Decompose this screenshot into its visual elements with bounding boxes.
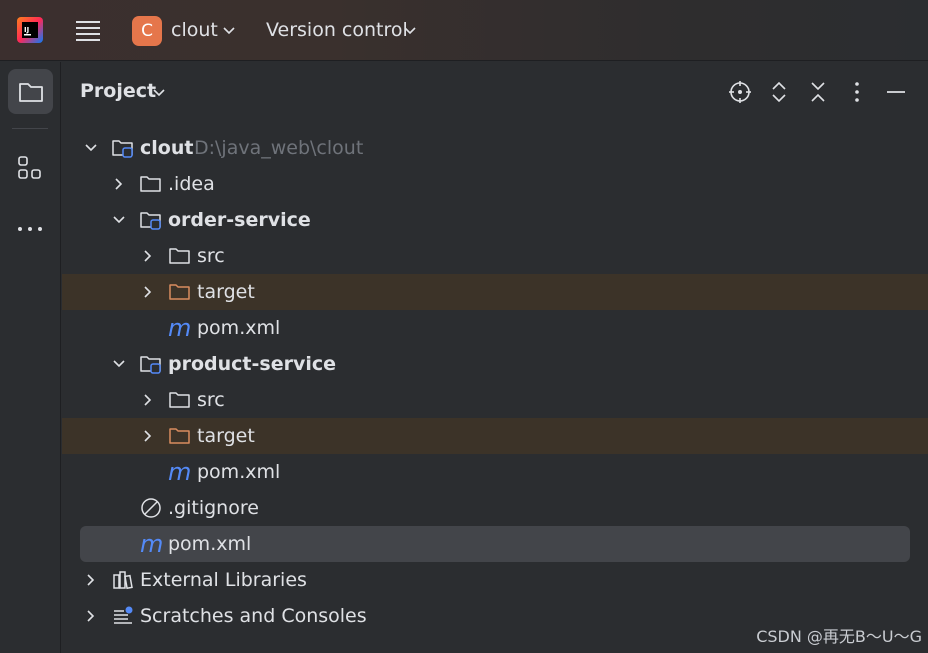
chevron-right-icon[interactable] xyxy=(84,573,98,587)
folder-icon xyxy=(169,392,190,408)
library-icon xyxy=(113,571,133,590)
svg-text:IJ: IJ xyxy=(24,26,29,34)
folder-icon xyxy=(169,248,190,264)
tree-row-clout[interactable]: clout D:\java_web\clout xyxy=(62,130,928,166)
tree-label: pom.xml xyxy=(197,461,281,483)
tree-row-root-pom[interactable]: m pom.xml xyxy=(80,526,910,562)
project-badge[interactable]: C xyxy=(132,16,162,46)
tree-label: .idea xyxy=(168,173,215,195)
folder-icon xyxy=(140,176,161,192)
maven-icon: m xyxy=(168,314,192,342)
chevron-right-icon[interactable] xyxy=(141,249,155,263)
ignore-file-icon xyxy=(141,498,161,518)
chevron-down-icon[interactable] xyxy=(112,213,126,227)
folder-icon xyxy=(19,83,43,102)
watermark: CSDN @再无B～U～G xyxy=(756,627,922,646)
tree-row-product-target[interactable]: target xyxy=(62,418,928,454)
maven-icon: m xyxy=(168,458,192,486)
locate-file-icon[interactable] xyxy=(728,80,752,104)
version-control-menu[interactable]: Version control xyxy=(266,19,408,41)
module-folder-icon xyxy=(140,356,161,374)
tree-label: clout xyxy=(140,137,194,159)
tree-label: order-service xyxy=(168,209,311,231)
tree-row-external-libraries[interactable]: External Libraries xyxy=(62,562,928,598)
chevron-right-icon[interactable] xyxy=(141,393,155,407)
chevron-right-icon[interactable] xyxy=(84,609,98,623)
tree-label: src xyxy=(197,245,225,267)
tree-row-product-service[interactable]: product-service xyxy=(62,346,928,382)
expand-all-icon[interactable] xyxy=(767,80,791,104)
tree-path: D:\java_web\clout xyxy=(194,137,364,159)
module-folder-icon xyxy=(112,140,133,158)
tree-label: src xyxy=(197,389,225,411)
tree-label: target xyxy=(197,425,255,447)
tree-row-product-pom[interactable]: m pom.xml xyxy=(62,454,928,490)
tree-row-order-service[interactable]: order-service xyxy=(62,202,928,238)
project-selector[interactable]: clout xyxy=(171,19,218,41)
tree-row-order-target[interactable]: target xyxy=(62,274,928,310)
excluded-folder-icon xyxy=(169,428,190,444)
chevron-down-icon[interactable] xyxy=(222,24,236,38)
chevron-down-icon[interactable] xyxy=(152,86,166,100)
main-menu-icon[interactable] xyxy=(74,17,102,45)
chevron-down-icon[interactable] xyxy=(84,141,98,155)
scratches-icon xyxy=(114,606,133,624)
tree-row-order-src[interactable]: src xyxy=(62,238,928,274)
hide-panel-icon[interactable] xyxy=(884,80,908,104)
collapse-all-icon[interactable] xyxy=(806,80,830,104)
tree-row-gitignore[interactable]: .gitignore xyxy=(62,490,928,526)
chevron-right-icon[interactable] xyxy=(141,429,155,443)
project-panel: Project clout D:\java_web\clout .idea or… xyxy=(62,62,928,653)
structure-icon[interactable] xyxy=(16,154,44,182)
tree-label: target xyxy=(197,281,255,303)
chevron-down-icon[interactable] xyxy=(403,24,417,38)
chevron-down-icon[interactable] xyxy=(112,357,126,371)
more-tools-icon[interactable] xyxy=(16,215,44,243)
chevron-right-icon[interactable] xyxy=(141,285,155,299)
chevron-right-icon[interactable] xyxy=(112,177,126,191)
excluded-folder-icon xyxy=(169,284,190,300)
tree-label: Scratches and Consoles xyxy=(140,605,367,627)
tree-row-idea[interactable]: .idea xyxy=(62,166,928,202)
tool-window-strip xyxy=(0,62,61,653)
tree-label: pom.xml xyxy=(197,317,281,339)
tree-label: pom.xml xyxy=(168,533,252,555)
tree-label: product-service xyxy=(168,353,336,375)
tree-label: External Libraries xyxy=(140,569,307,591)
toolstrip-divider xyxy=(12,128,48,129)
project-tool-button[interactable] xyxy=(8,69,53,114)
title-bar: IJ C clout Version control xyxy=(0,0,928,61)
options-kebab-icon[interactable] xyxy=(845,80,869,104)
tree-label: .gitignore xyxy=(168,497,259,519)
maven-icon: m xyxy=(140,530,164,558)
panel-title[interactable]: Project xyxy=(80,80,156,102)
tree-row-product-src[interactable]: src xyxy=(62,382,928,418)
module-folder-icon xyxy=(140,212,161,230)
tree-row-order-pom[interactable]: m pom.xml xyxy=(62,310,928,346)
intellij-logo-icon[interactable]: IJ xyxy=(16,16,44,44)
